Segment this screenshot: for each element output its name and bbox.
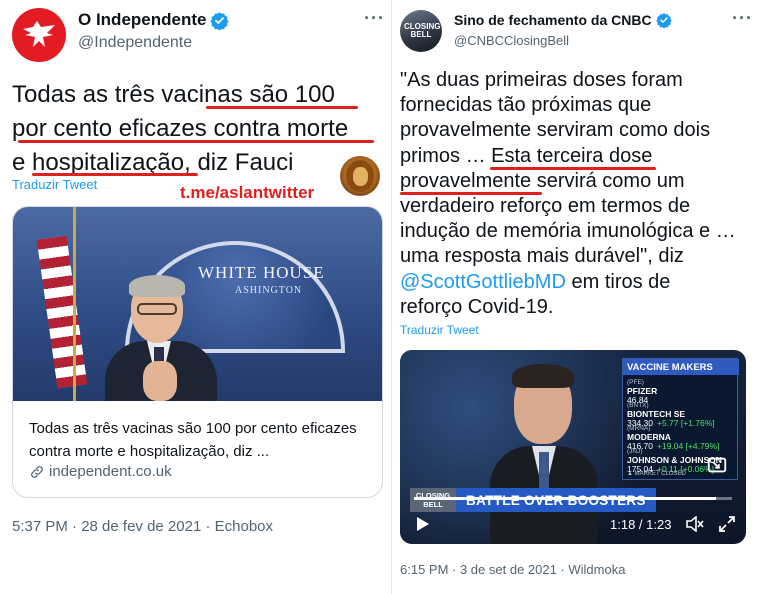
- verified-badge-icon: [210, 11, 230, 30]
- annotation-underline: [18, 140, 374, 143]
- video-player[interactable]: VACCINE MAKERS (PFE) PFIZER 46.84 (BNTX)…: [400, 350, 746, 544]
- translate-tweet-link[interactable]: Traduzir Tweet: [12, 177, 97, 192]
- card-title[interactable]: Todas as três vacinas são 100 por cento …: [29, 417, 369, 463]
- author-name[interactable]: O Independente: [78, 10, 206, 30]
- tweet-timestamp[interactable]: 5:37 PM · 28 de fev de 2021 · Echobox: [12, 518, 273, 535]
- annotation-underline: [32, 173, 198, 176]
- tweet-text-line: "As duas primeiras doses foram: [400, 69, 683, 91]
- annotation-underline: [490, 167, 656, 170]
- closing-bell-logo: CLOSING BELL: [410, 488, 456, 512]
- cnbc-tweet: CLOSING BELL Sino de fechamento da CNBC …: [392, 0, 759, 594]
- tweet-text-line: reforço Covid-19.: [400, 295, 554, 318]
- author-row: O Independente: [78, 10, 230, 30]
- tweet-timestamp[interactable]: 6:15 PM · 3 de set de 2021 · Wildmoka: [400, 562, 625, 577]
- lower-third: CLOSING BELL BATTLE OVER BOOSTERS: [410, 488, 656, 512]
- author-handle[interactable]: @Independente: [78, 34, 192, 52]
- author-handle[interactable]: @CNBCClosingBell: [454, 33, 569, 48]
- watermark-text: t.me/aslantwitter: [180, 183, 315, 202]
- tweet-text-line: provavelmente serviram como dois: [400, 119, 711, 142]
- tweet-text-fragment: em tiros de: [565, 270, 671, 293]
- tweet-text-line: fornecidas tão próximas que: [400, 94, 652, 117]
- tweet-text-line: indução de memória imunológica e …: [400, 220, 736, 243]
- tweet-text-line: verdadeiro reforço em termos de: [400, 195, 691, 218]
- verified-badge-icon: [655, 13, 672, 28]
- panel-footer: ▲ MARKET CLOSED: [627, 471, 686, 477]
- lion-avatar-watermark: [340, 156, 380, 196]
- sign-title: WHITE HOUSE: [198, 263, 325, 282]
- panel-title: VACCINE MAKERS: [623, 359, 739, 375]
- independent-avatar[interactable]: [12, 8, 66, 62]
- author-name[interactable]: Sino de fechamento da CNBC: [454, 12, 652, 28]
- author-row: Sino de fechamento da CNBC: [454, 12, 672, 28]
- video-progress-fill: [414, 497, 717, 500]
- link-preview-card[interactable]: WHITE HOUSE ASHINGTON Todas as três vaci…: [12, 206, 383, 498]
- cnbc-avatar[interactable]: CLOSING BELL: [400, 10, 442, 52]
- annotation-underline: [206, 106, 358, 109]
- mention-line[interactable]: @ScottGottliebMD em tiros de: [400, 270, 755, 295]
- tweet-text: Todas as três vacinas são 100 por cento …: [12, 78, 384, 180]
- translate-tweet-link[interactable]: Traduzir Tweet: [400, 323, 479, 337]
- independent-tweet: O Independente @Independente ··· Todas a…: [0, 0, 392, 594]
- video-time: 1:18 / 1:23: [610, 517, 672, 532]
- more-options-icon[interactable]: ···: [364, 8, 385, 29]
- article-image: WHITE HOUSE ASHINGTON: [13, 207, 382, 401]
- volume-icon[interactable]: [686, 516, 704, 532]
- more-options-icon[interactable]: ···: [732, 8, 753, 29]
- video-progress-bar[interactable]: [414, 497, 732, 500]
- card-domain: independent.co.uk: [49, 463, 172, 480]
- annotation-underline: [400, 192, 542, 195]
- fullscreen-icon[interactable]: [718, 515, 736, 533]
- sign-subtitle: ASHINGTON: [235, 285, 303, 296]
- avatar-text: CLOSING BELL: [404, 22, 441, 39]
- card-domain-row[interactable]: independent.co.uk: [29, 463, 172, 480]
- tweet-text-line: primos … Esta terceira dose: [400, 144, 653, 167]
- pip-icon[interactable]: [706, 454, 728, 476]
- mention-link[interactable]: @ScottGottliebMD: [400, 271, 566, 293]
- flag-pole: [73, 207, 76, 401]
- tweet-text-line: uma resposta mais durável", diz: [400, 245, 684, 268]
- flag: [36, 235, 88, 389]
- lower-third-headline: BATTLE OVER BOOSTERS: [456, 488, 656, 512]
- tweet-text-line: provavelmente servirá como um: [400, 169, 685, 192]
- play-icon[interactable]: [416, 516, 430, 532]
- eagle-logo-icon: [23, 21, 55, 47]
- link-icon: [31, 465, 43, 478]
